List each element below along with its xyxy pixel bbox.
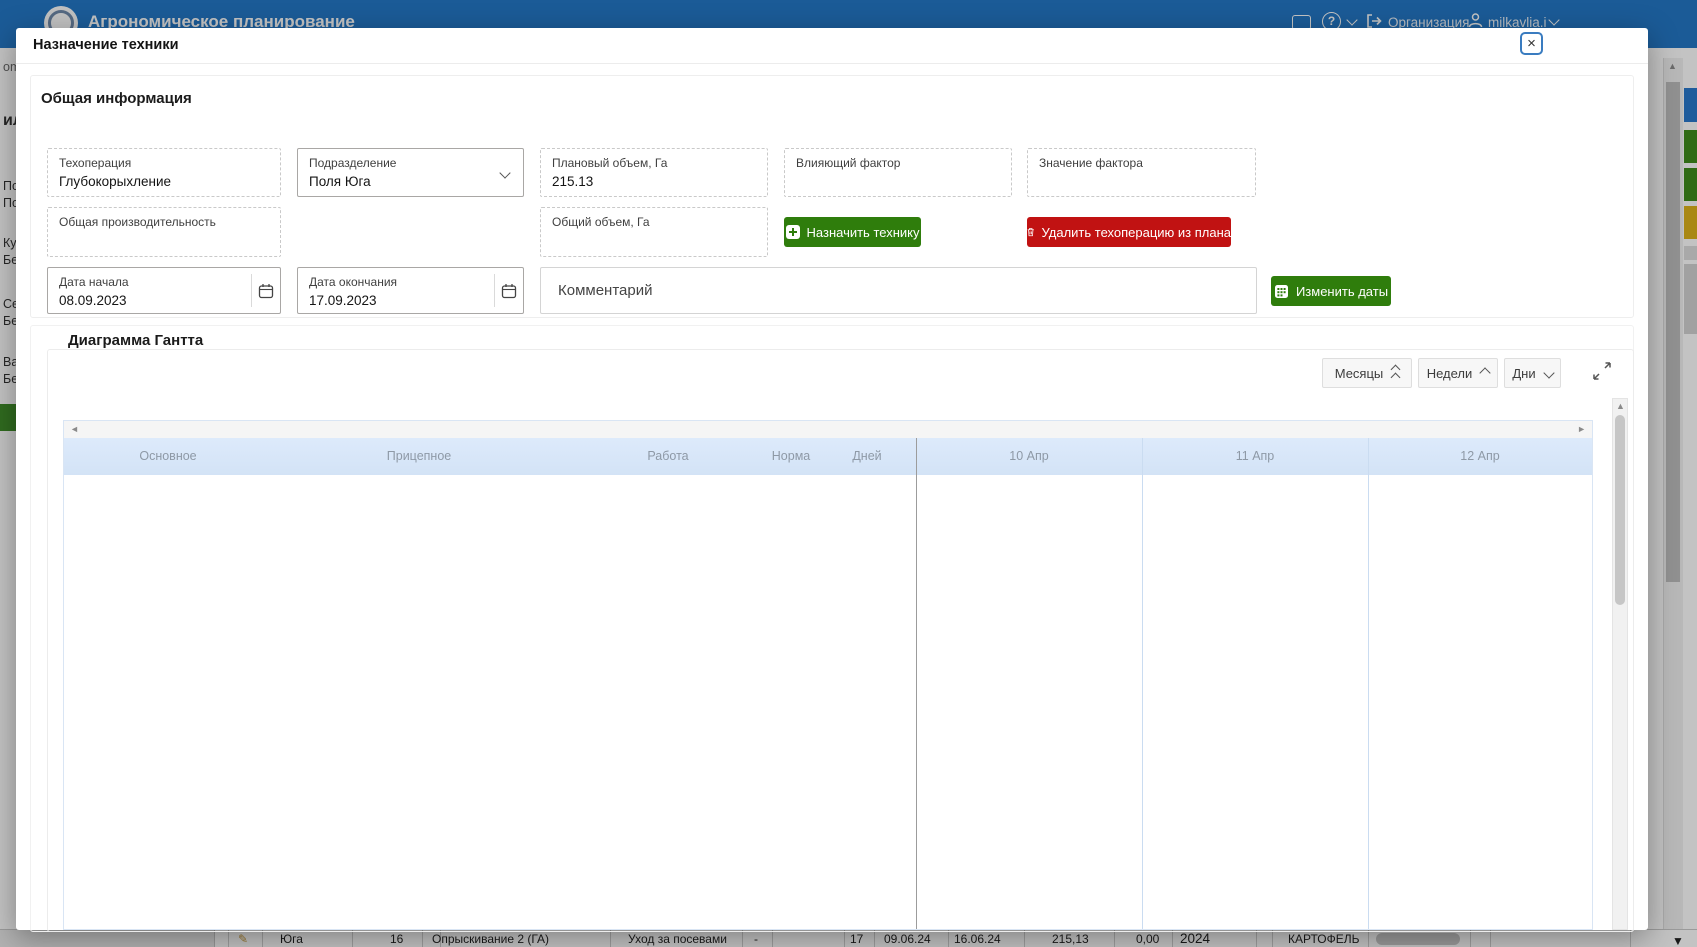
date-header: 10 Апр	[1009, 449, 1048, 463]
gantt-vertical-scrollbar[interactable]: ▲	[1612, 398, 1628, 930]
screen: Агрономическое планирование ? Организаци…	[0, 0, 1697, 947]
chevron-up-icon	[1480, 367, 1491, 378]
gantt-title: Диаграмма Гантта	[68, 332, 203, 349]
divider	[16, 63, 1648, 64]
delete-operation-button[interactable]: Удалить техоперацию из плана	[1027, 217, 1231, 247]
scroll-up-icon[interactable]: ▲	[1616, 401, 1625, 411]
column-separator	[1142, 438, 1143, 929]
divider	[494, 274, 495, 307]
start-date-picker[interactable]: Дата начала 08.09.2023	[47, 267, 281, 314]
column-header: Прицепное	[387, 449, 451, 463]
division-select[interactable]: Подразделение Поля Юга	[297, 148, 524, 197]
calendar-icon[interactable]	[501, 283, 517, 299]
comment-placeholder: Комментарий	[558, 282, 652, 299]
end-date-picker[interactable]: Дата окончания 17.09.2023	[297, 267, 524, 314]
total-productivity-field: Общая производительность	[47, 207, 281, 257]
gantt-body	[64, 475, 1592, 929]
close-icon[interactable]: ×	[1520, 32, 1543, 55]
scroll-right-icon[interactable]: ►	[1577, 424, 1586, 434]
column-header: Основное	[139, 449, 196, 463]
column-header: Работа	[647, 449, 688, 463]
chevron-down-icon	[1543, 367, 1554, 378]
modal-title: Назначение техники	[33, 37, 179, 53]
column-separator	[916, 438, 917, 929]
plus-icon	[786, 225, 800, 239]
date-header: 11 Апр	[1236, 449, 1275, 463]
comment-input[interactable]: Комментарий	[540, 267, 1257, 314]
column-separator	[1368, 438, 1369, 929]
scrollbar-thumb[interactable]	[1615, 415, 1625, 605]
view-days-button[interactable]: Дни	[1504, 358, 1561, 388]
assign-equipment-button[interactable]: Назначить технику	[784, 217, 921, 247]
column-header: Дней	[852, 449, 881, 463]
trash-icon	[1027, 225, 1035, 239]
double-chevron-up-icon	[1392, 366, 1399, 381]
assign-equipment-modal: Назначение техники × Общая информация Те…	[16, 28, 1648, 930]
influencing-factor-field: Влияющий фактор	[784, 148, 1012, 197]
date-header: 12 Апр	[1460, 449, 1499, 463]
view-weeks-button[interactable]: Недели	[1418, 358, 1498, 388]
planned-volume-field: Плановый объем, Га 215.13	[540, 148, 768, 197]
gantt-header-row: Основное Прицепное Работа Норма Дней 10 …	[64, 438, 1592, 476]
notes-icon	[1274, 284, 1289, 299]
factor-value-field: Значение фактора	[1027, 148, 1256, 197]
gantt-horizontal-scrollbar[interactable]: ◄ ►	[64, 421, 1592, 439]
fullscreen-expand-icon[interactable]	[1591, 360, 1613, 382]
scroll-left-icon[interactable]: ◄	[70, 424, 79, 434]
calendar-icon[interactable]	[258, 283, 274, 299]
column-header: Норма	[772, 449, 810, 463]
view-months-button[interactable]: Месяцы	[1322, 358, 1412, 388]
change-dates-button[interactable]: Изменить даты	[1271, 276, 1391, 306]
section-title: Общая информация	[41, 90, 192, 107]
divider	[251, 274, 252, 307]
gantt-grid: ◄ ► Основное Прицепное Работа Норма Дней…	[63, 420, 1593, 930]
total-volume-field: Общий объем, Га	[540, 207, 768, 257]
techop-field: Техоперация Глубокорыхление	[47, 148, 281, 197]
